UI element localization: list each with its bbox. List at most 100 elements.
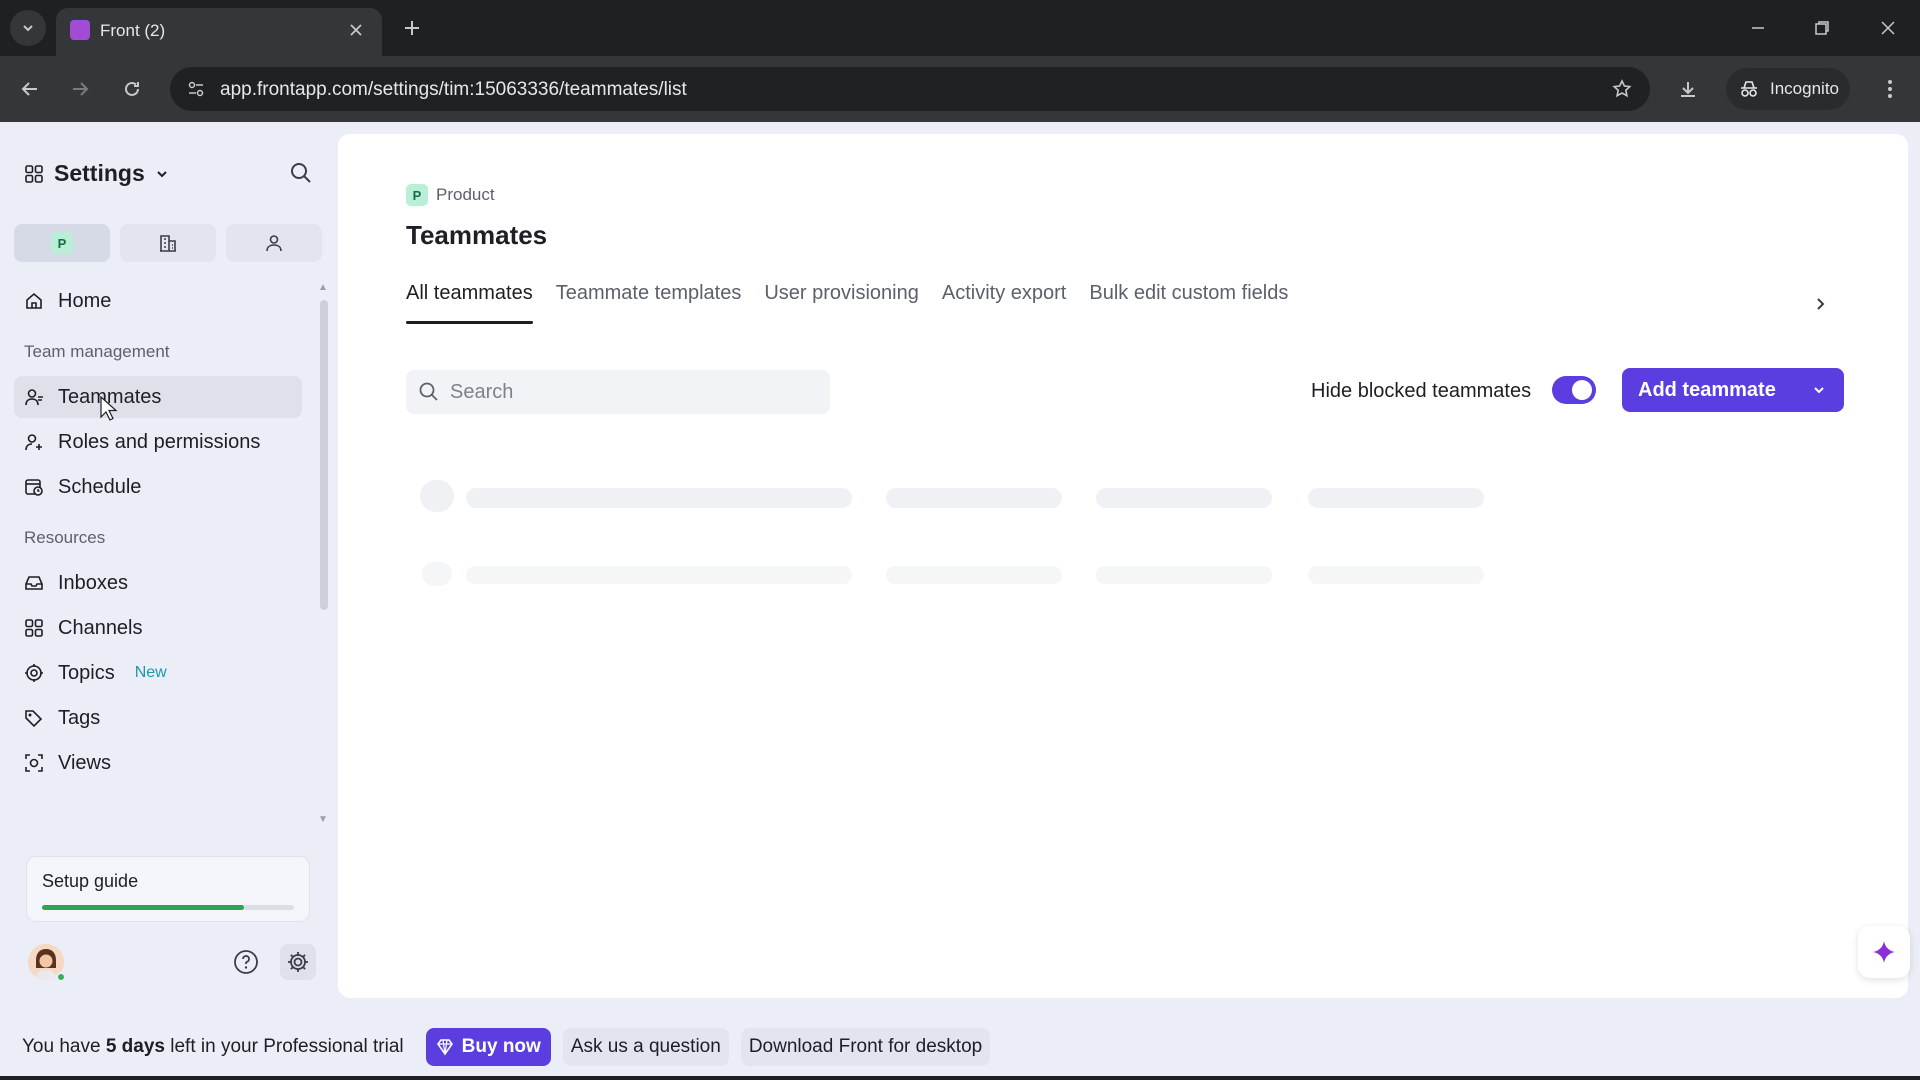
tab-bulk-edit-custom-fields[interactable]: Bulk edit custom fields [1089, 282, 1288, 320]
help-button[interactable] [230, 946, 262, 978]
trial-banner: You have 5 days left in your Professiona… [0, 1022, 1920, 1072]
settings-title: Settings [54, 160, 145, 186]
new-tab-button[interactable] [396, 12, 428, 44]
new-badge: New [134, 664, 167, 681]
chevron-down-icon [1814, 387, 1824, 394]
skeleton-avatar [422, 562, 452, 586]
download-icon [1681, 82, 1695, 97]
tab-activity-export[interactable]: Activity export [942, 282, 1066, 320]
breadcrumb-label: Product [436, 185, 495, 204]
add-teammate-button[interactable]: Add teammate [1622, 368, 1844, 412]
sidebar-item-teammates[interactable]: Teammates [14, 376, 302, 418]
forward-button[interactable] [62, 71, 98, 107]
front-favicon-icon [70, 20, 90, 40]
ai-assistant-button[interactable] [1858, 926, 1910, 978]
tabs-scroll-right-button[interactable] [1806, 290, 1834, 318]
trial-message: You have 5 days left in your Professiona… [22, 1036, 404, 1058]
close-icon [1881, 21, 1895, 35]
buy-now-button[interactable]: Buy now [425, 1028, 551, 1066]
sidebar-item-tags[interactable]: Tags [14, 697, 302, 739]
sparkle-icon [1873, 941, 1895, 963]
mouse-cursor-icon [100, 396, 118, 421]
tab-teammate-templates[interactable]: Teammate templates [556, 282, 742, 320]
page-title: Teammates [406, 220, 548, 250]
sidebar-item-roles-and-permissions[interactable]: Roles and permissions [14, 421, 302, 463]
tab-user-provisioning[interactable]: User provisioning [764, 282, 919, 320]
user-key-icon [25, 434, 42, 451]
download-desktop-button[interactable]: Download Front for desktop [740, 1028, 991, 1066]
close-window-button[interactable] [1870, 10, 1906, 46]
sidebar-item-label: Roles and permissions [58, 430, 261, 453]
settings-nav: Home Team management Teammates Roles and… [14, 280, 302, 787]
browser-tab[interactable]: Front (2) [56, 8, 382, 56]
users-icon [25, 389, 43, 406]
setup-guide-progress-track [42, 905, 294, 910]
teammate-search-box[interactable] [406, 370, 830, 414]
user-icon [266, 235, 282, 252]
url-text[interactable]: app.frontapp.com/settings/tim:15063336/t… [220, 79, 687, 101]
address-bar[interactable]: app.frontapp.com/settings/tim:15063336/t… [170, 67, 1650, 111]
tab-all-teammates[interactable]: All teammates [406, 282, 533, 324]
scope-tab-workspace[interactable]: P [14, 224, 110, 262]
sidebar-scrollbar[interactable] [320, 300, 328, 610]
scope-tab-company[interactable] [120, 224, 216, 262]
skeleton-avatar [420, 480, 454, 512]
minimize-button[interactable] [1740, 10, 1776, 46]
incognito-badge[interactable]: Incognito [1726, 68, 1850, 110]
settings-gear-button[interactable] [280, 944, 316, 980]
window-bottom-edge [0, 1076, 1920, 1080]
setup-guide-progress-fill [42, 905, 244, 910]
sidebar-item-views[interactable]: Views [14, 742, 302, 784]
arrow-left-icon [21, 82, 37, 96]
sidebar-scroll-down-arrow[interactable]: ▼ [318, 814, 330, 826]
sidebar-item-topics[interactable]: Topics New [14, 652, 302, 694]
trial-days: 5 days [105, 1036, 165, 1057]
add-teammate-dropdown[interactable] [1794, 368, 1844, 412]
tag-icon [25, 710, 43, 728]
scope-tab-personal[interactable] [226, 224, 322, 262]
restore-icon [1815, 21, 1829, 35]
back-button[interactable] [12, 71, 48, 107]
tab-list-button[interactable] [10, 10, 46, 46]
grid-icon [25, 164, 43, 183]
sidebar-item-channels[interactable]: Channels [14, 607, 302, 649]
target-icon [25, 664, 43, 682]
settings-sidebar: Settings P Home Team management Teammate… [0, 122, 336, 1012]
sidebar-item-label: Views [58, 751, 111, 774]
sidebar-item-schedule[interactable]: Schedule [14, 466, 302, 508]
skeleton-bar [1096, 566, 1272, 584]
skeleton-bar [1096, 488, 1272, 508]
tab-close-button[interactable] [344, 18, 368, 42]
section-label-team-management: Team management [24, 342, 170, 361]
ask-question-button[interactable]: Ask us a question [562, 1028, 729, 1066]
calendar-clock-icon [25, 479, 43, 496]
skeleton-bar [1308, 566, 1484, 584]
sidebar-item-home[interactable]: Home [14, 280, 302, 322]
browser-tab-bar: Front (2) [0, 0, 1920, 56]
sidebar-scroll-up-arrow[interactable]: ▲ [318, 282, 330, 294]
sidebar-item-label: Home [58, 289, 112, 312]
browser-menu-button[interactable] [1872, 71, 1908, 107]
site-info-icon[interactable] [182, 75, 210, 103]
reload-icon [125, 81, 139, 96]
sidebar-search-button[interactable] [286, 158, 316, 188]
online-status-dot [56, 972, 66, 982]
hide-blocked-label: Hide blocked teammates [1311, 380, 1532, 402]
chevron-down-icon [23, 25, 33, 32]
breadcrumb[interactable]: P Product [406, 184, 495, 206]
trial-text-suffix: left in your Professional trial [164, 1036, 404, 1057]
search-input[interactable] [450, 376, 810, 408]
sidebar-item-label: Inboxes [58, 571, 129, 594]
restore-button[interactable] [1804, 10, 1840, 46]
setup-guide-label: Setup guide [42, 871, 139, 891]
downloads-button[interactable] [1670, 71, 1706, 107]
kebab-menu-icon [1888, 80, 1892, 98]
sidebar-item-inboxes[interactable]: Inboxes [14, 562, 302, 604]
diamond-icon [436, 1039, 453, 1056]
hide-blocked-toggle[interactable] [1552, 376, 1596, 404]
reload-button[interactable] [114, 71, 150, 107]
settings-menu-button[interactable]: Settings [24, 160, 169, 187]
bookmark-star-icon[interactable] [1608, 75, 1636, 103]
view-focus-icon [25, 754, 43, 772]
setup-guide-card[interactable]: Setup guide [26, 856, 310, 922]
